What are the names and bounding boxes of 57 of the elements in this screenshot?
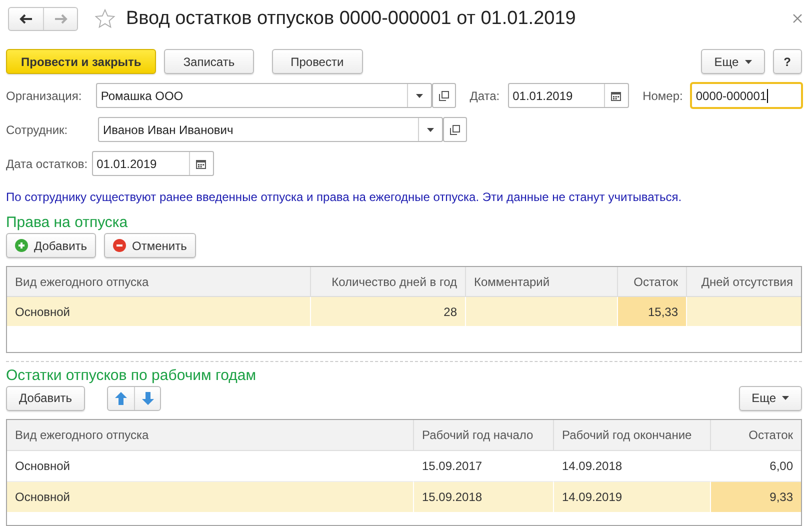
column-header[interactable]: Рабочий год начало [413, 420, 553, 451]
input-field[interactable]: Иванов Иван Иванович [98, 117, 443, 142]
table-cell: 14.09.2019 [553, 482, 710, 513]
cancel-button[interactable]: Отменить [104, 233, 196, 258]
calendar-icon [196, 158, 206, 169]
minus-icon [113, 239, 126, 252]
column-header[interactable]: Рабочий год окончание [553, 420, 710, 451]
column-header[interactable]: Комментарий [465, 267, 617, 298]
field-label: Сотрудник: [6, 122, 69, 137]
table-cell: 9,33 [710, 482, 801, 513]
star-icon[interactable] [94, 8, 116, 30]
add-button[interactable]: Добавить [6, 233, 96, 258]
table-cell: 15,33 [617, 297, 686, 328]
toolbar-button[interactable]: Провести и закрыть [6, 49, 156, 74]
column-header[interactable]: Дней отсутствия [686, 267, 801, 298]
open-window-icon [438, 90, 449, 101]
table-cell: Основной [7, 482, 413, 513]
field-label: Дата: [470, 88, 500, 103]
more-button[interactable]: Еще [738, 386, 802, 411]
field-label: Организация: [6, 88, 83, 103]
input-field[interactable]: 0000-000001 [690, 83, 802, 108]
calendar-icon [611, 90, 622, 101]
close-icon[interactable] [793, 14, 802, 24]
column-header[interactable]: Вид ежегодного отпуска [7, 420, 413, 451]
up-arrow-icon [115, 392, 128, 405]
plus-icon [15, 239, 28, 252]
input-field[interactable]: Ромашка ООО [96, 83, 432, 108]
add-button[interactable]: Добавить [6, 386, 86, 411]
right-arrow-icon [54, 14, 68, 24]
caret-icon [427, 128, 434, 132]
table-cell: 28 [310, 297, 465, 328]
help-button[interactable]: ? [772, 49, 802, 74]
table-cell: Основной [7, 297, 310, 328]
toolbar-button[interactable]: Провести [272, 49, 363, 74]
open-button[interactable] [432, 83, 456, 108]
column-header[interactable]: Количество дней в год [310, 267, 465, 298]
open-button[interactable] [443, 117, 467, 142]
more-button[interactable]: Еще [701, 49, 765, 74]
column-header[interactable]: Вид ежегодного отпуска [7, 267, 310, 298]
table-cell: 15.09.2018 [413, 482, 553, 513]
toolbar-button[interactable]: Записать [164, 49, 254, 74]
open-window-icon [450, 124, 460, 135]
section-title: Права на отпуска [6, 214, 129, 232]
field-label: Номер: [642, 88, 683, 103]
field-label: Дата остатков: [6, 156, 88, 171]
caret-icon [782, 396, 789, 400]
left-arrow-icon [19, 14, 33, 24]
column-header[interactable]: Остаток [617, 267, 686, 298]
caret-icon [744, 60, 752, 64]
warning-message: По сотруднику существуют ранее введенные отпуска и права на ежегодные отпуска. Эти данные не станут учитываться. [6, 190, 683, 204]
window-title: Ввод остатков отпусков 0000-000001 от 01.01.2019 [126, 8, 577, 30]
section-title: Остатки отпусков по рабочим годам [6, 366, 258, 384]
caret-icon [416, 94, 424, 98]
input-field[interactable]: 01.01.2019 [92, 151, 214, 176]
down-arrow-icon [142, 392, 154, 405]
column-header[interactable]: Остаток [710, 420, 801, 451]
input-field[interactable]: 01.01.2019 [508, 83, 629, 108]
